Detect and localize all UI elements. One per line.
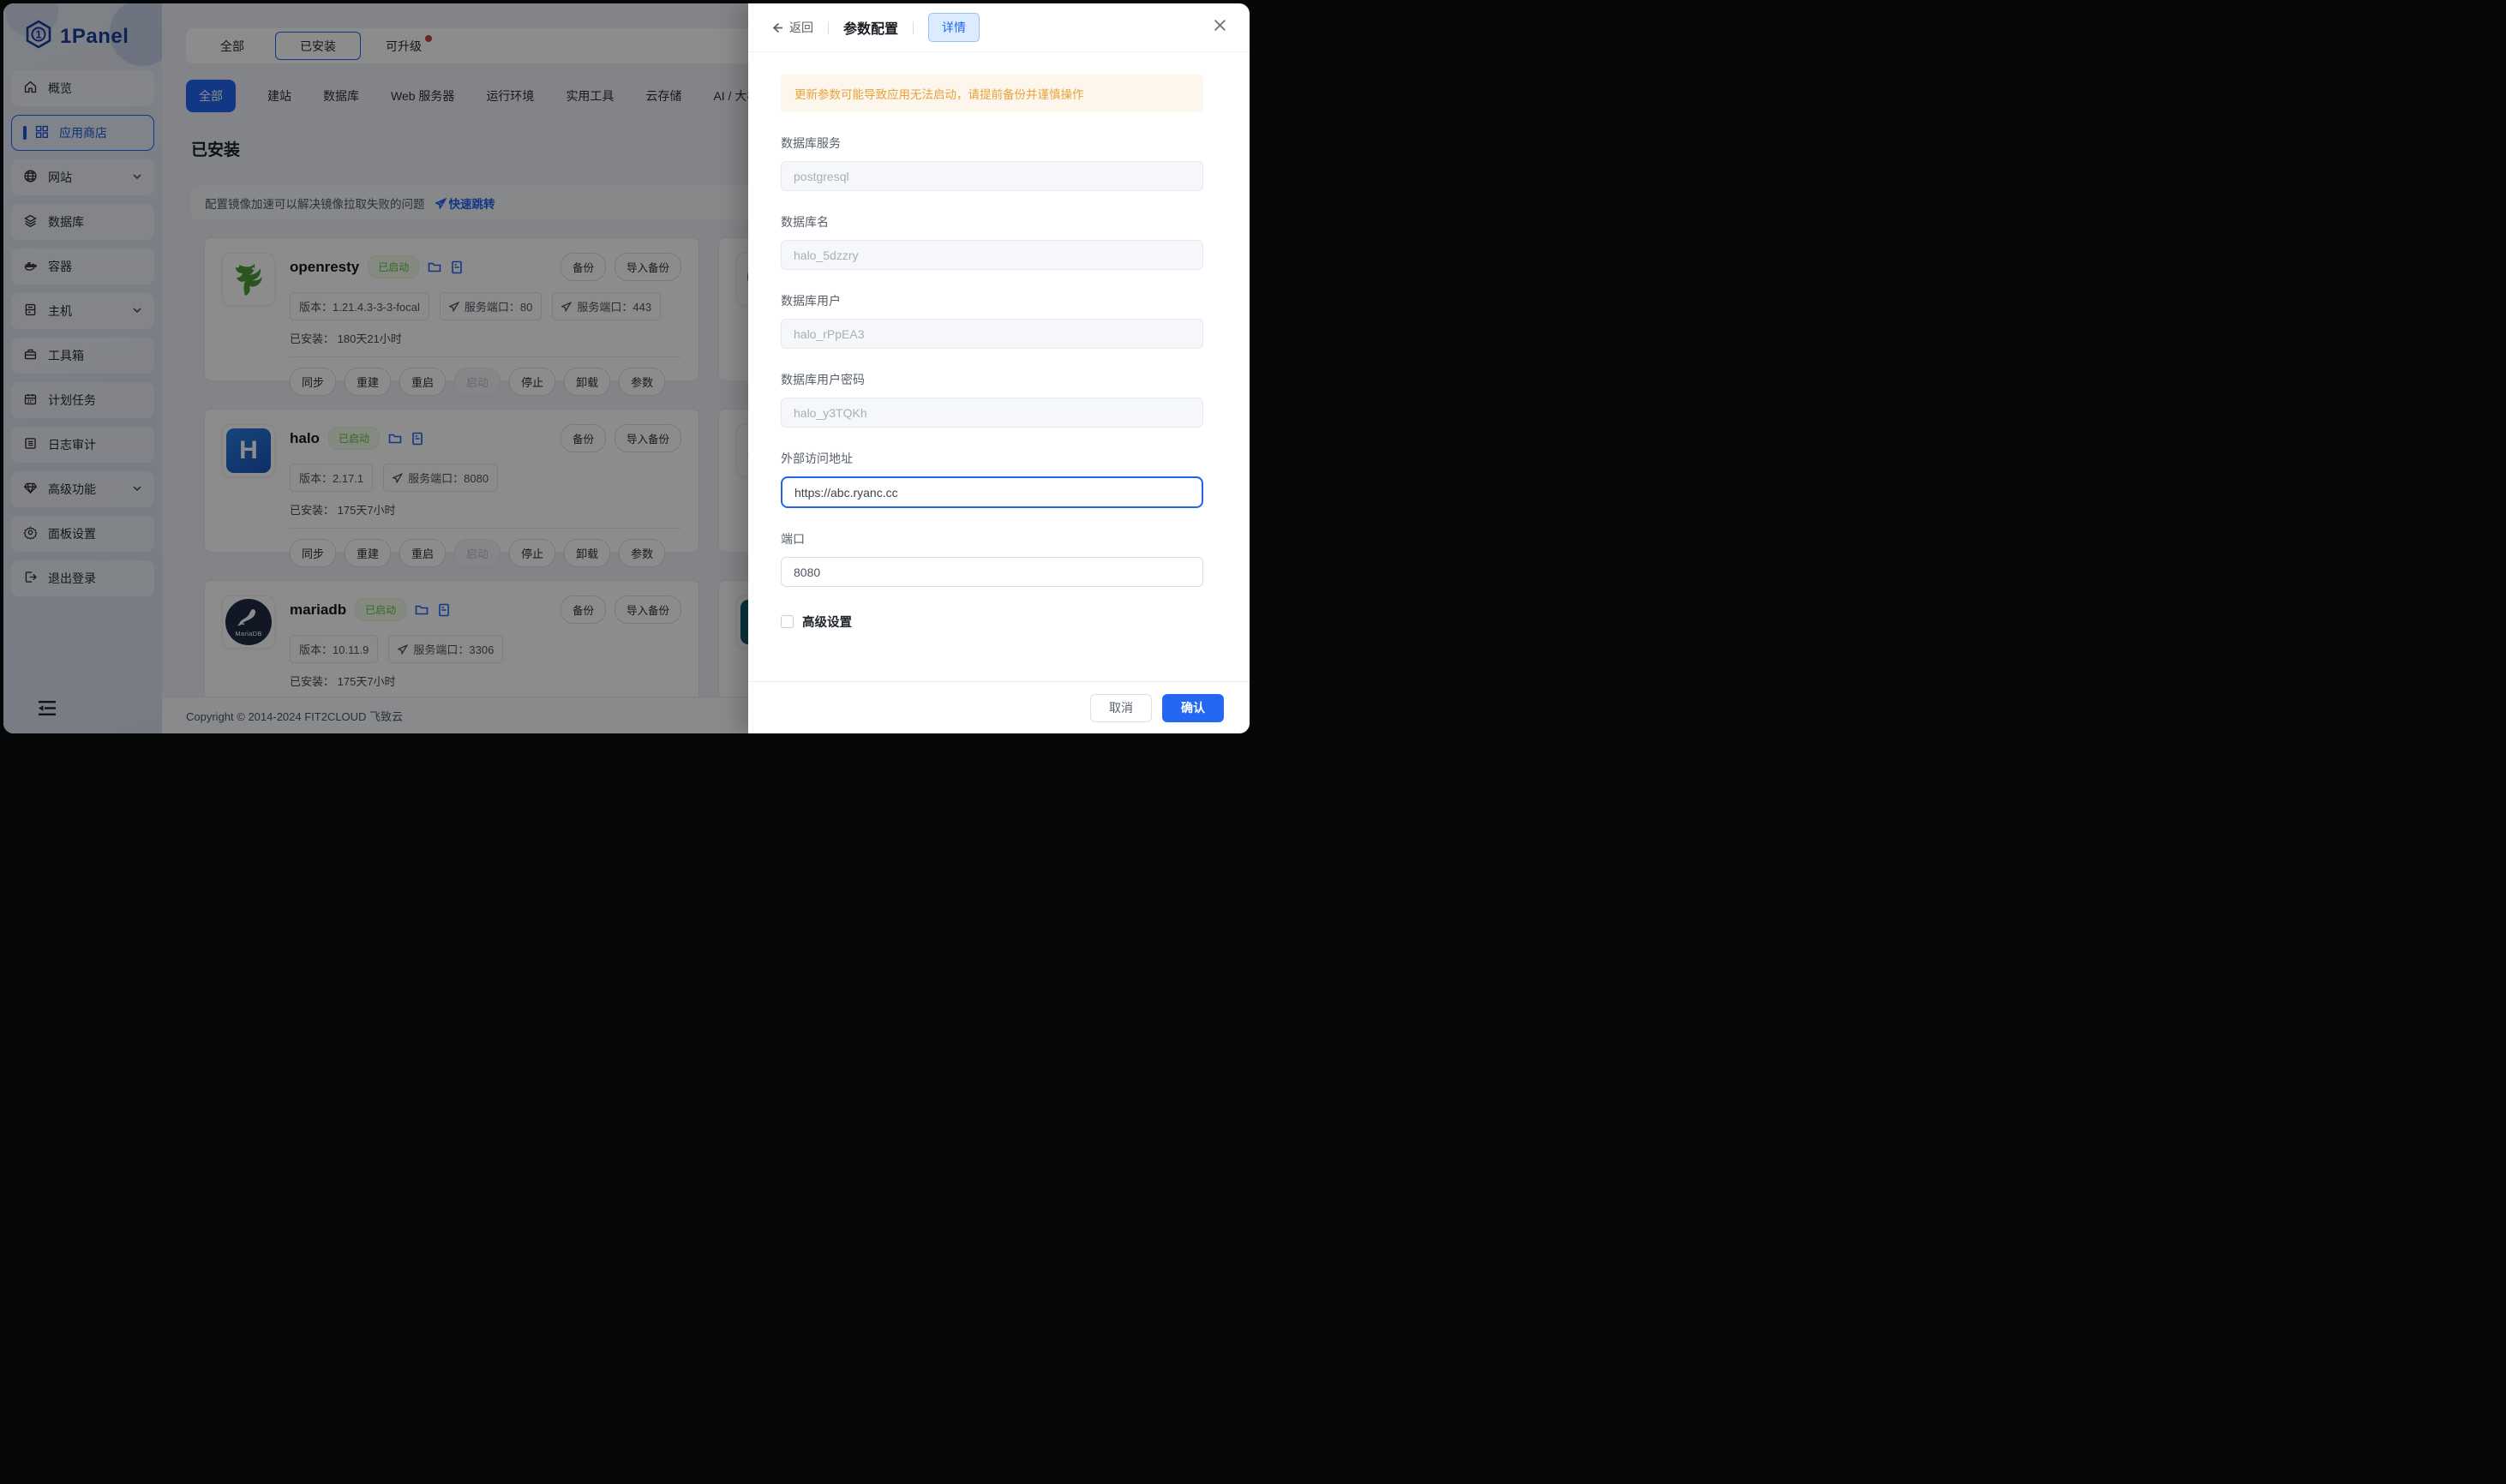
external-url-input[interactable] [781,476,1203,508]
detail-button[interactable]: 详情 [928,13,980,42]
field-external-url: 外部访问地址 [781,450,1203,508]
param-config-drawer: 返回 参数配置 详情 更新参数可能导致应用无法启动，请提前备份并谨慎操作 数据库… [748,3,1250,733]
db-name-input [781,240,1203,270]
drawer-header: 返回 参数配置 详情 [748,3,1250,52]
field-label: 数据库用户 [781,292,1203,309]
field-label: 外部访问地址 [781,450,1203,467]
field-port: 端口 [781,530,1203,587]
advanced-settings-row: 高级设置 [781,613,1203,631]
field-db-user: 数据库用户 [781,292,1203,349]
drawer-body: 更新参数可能导致应用无法启动，请提前备份并谨慎操作 数据库服务 数据库名 数据库… [748,52,1250,681]
field-db-service: 数据库服务 [781,135,1203,191]
back-button[interactable]: 返回 [770,19,813,36]
db-user-input [781,319,1203,349]
header-divider [913,21,914,34]
warning-alert: 更新参数可能导致应用无法启动，请提前备份并谨慎操作 [781,75,1203,112]
app-window: 1 1Panel 概览 应用商店 网站 数据库 [3,3,1250,733]
field-label: 数据库服务 [781,135,1203,152]
back-arrow-icon [770,21,783,34]
drawer-footer: 取消 确认 [748,681,1250,733]
db-service-input [781,161,1203,191]
header-divider [828,21,829,34]
field-db-name: 数据库名 [781,213,1203,270]
field-label: 数据库用户密码 [781,371,1203,388]
port-input[interactable] [781,557,1203,587]
field-label: 数据库名 [781,213,1203,230]
cancel-button[interactable]: 取消 [1090,694,1152,722]
advanced-settings-checkbox[interactable] [781,615,794,628]
close-icon[interactable] [1213,18,1227,37]
field-db-password: 数据库用户密码 [781,371,1203,428]
confirm-button[interactable]: 确认 [1162,694,1224,722]
db-password-input [781,398,1203,428]
advanced-settings-label: 高级设置 [802,613,852,631]
drawer-title: 参数配置 [843,17,898,38]
field-label: 端口 [781,530,1203,548]
